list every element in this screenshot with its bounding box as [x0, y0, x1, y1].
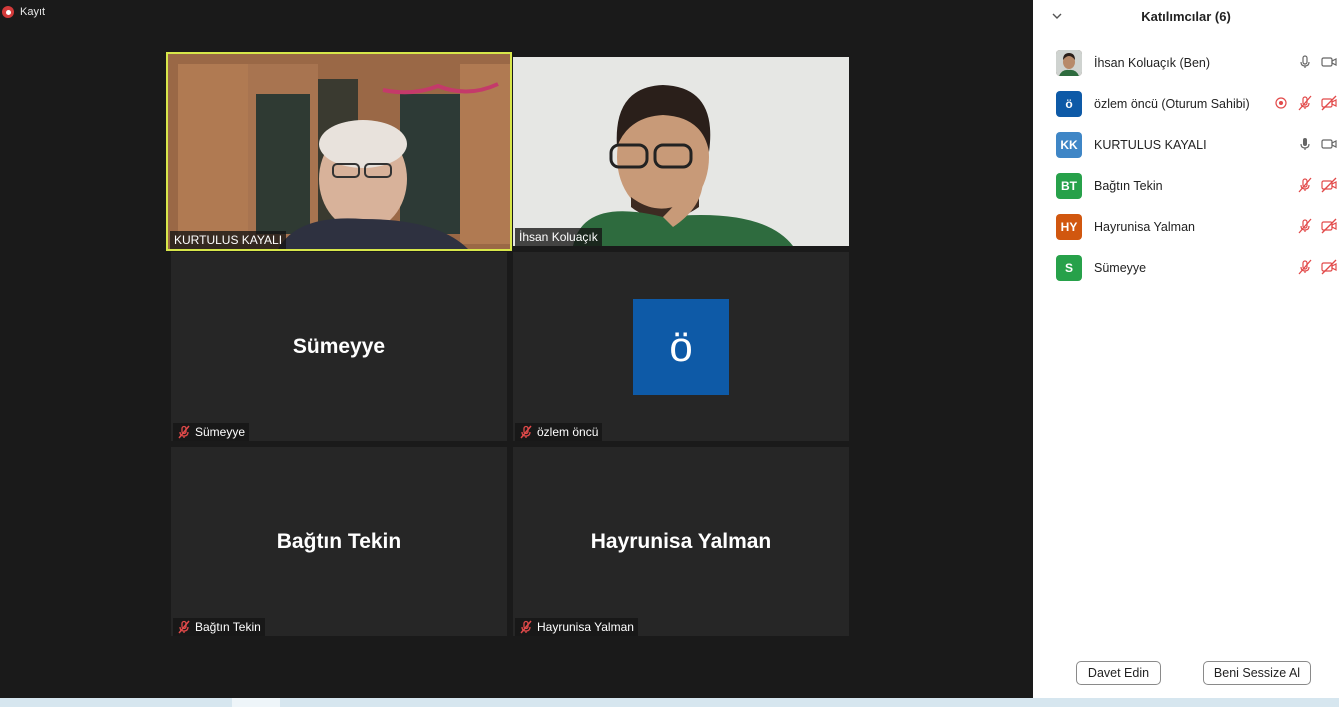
mute-me-button[interactable]: Beni Sessize Al — [1203, 661, 1311, 685]
participant-name: Hayrunisa Yalman — [1094, 219, 1195, 234]
name-tag: İhsan Koluaçık — [515, 228, 602, 246]
video-tile-bagtin[interactable]: Bağtın Tekin Bağtın Tekin — [171, 447, 507, 636]
zoom-meeting-window: Kayıt KURTULUS KAYALI İhsan Koluaçık Süm… — [0, 0, 1339, 707]
participant-name: Bağtın Tekin — [1094, 178, 1163, 193]
recording-icon — [1275, 97, 1287, 109]
name-tag: KURTULUS KAYALI — [170, 231, 287, 249]
participant-display-name: Sümeyye — [292, 334, 386, 358]
avatar: BT — [1056, 172, 1082, 199]
participant-row[interactable]: ö özlem öncü (Oturum Sahibi) — [1033, 83, 1339, 124]
participant-name: KURTULUS KAYALI — [174, 233, 283, 247]
panel-header: Katılımcılar (6) — [1033, 0, 1339, 34]
participant-name: Sümeyye — [1094, 260, 1147, 275]
name-tag: Bağtın Tekin — [173, 618, 265, 636]
video-camera-icon[interactable] — [1321, 54, 1337, 70]
recording-indicator[interactable]: Kayıt — [2, 6, 45, 18]
participant-name: Sümeyye — [195, 425, 246, 439]
video-off-icon[interactable] — [1321, 177, 1337, 193]
participant-name: Bağtın Tekin — [195, 620, 261, 634]
avatar: KK — [1056, 131, 1082, 158]
participant-list: İhsan Koluaçık (Ben) ö özlem öncü (Oturu… — [1033, 42, 1339, 288]
participant-display-name: Hayrunisa Yalman — [590, 529, 772, 553]
recording-label: Kayıt — [20, 6, 46, 18]
mic-muted-icon[interactable] — [1297, 177, 1313, 193]
participant-name: İhsan Koluaçık (Ben) — [1094, 55, 1211, 70]
video-feed-ihsan — [513, 57, 849, 246]
name-tag: Sümeyye — [173, 423, 250, 441]
mic-muted-icon — [520, 425, 532, 439]
avatar: ö — [1056, 90, 1082, 117]
avatar: S — [1056, 254, 1082, 281]
video-feed-kurtulus — [168, 54, 510, 249]
participant-row[interactable]: S Sümeyye — [1033, 247, 1339, 288]
mic-muted-icon — [178, 425, 190, 439]
name-tag: özlem öncü — [515, 423, 603, 441]
mic-muted-icon — [178, 620, 190, 634]
video-tile-ihsan[interactable]: İhsan Koluaçık — [513, 57, 849, 246]
participant-row[interactable]: İhsan Koluaçık (Ben) — [1033, 42, 1339, 83]
mic-muted-icon[interactable] — [1297, 218, 1313, 234]
video-tile-sumeyye[interactable]: Sümeyye Sümeyye — [171, 252, 507, 441]
participant-display-name: Bağtın Tekin — [276, 529, 402, 553]
participant-name: özlem öncü — [537, 425, 599, 439]
participant-name: Hayrunisa Yalman — [537, 620, 634, 634]
invite-button[interactable]: Davet Edin — [1076, 661, 1161, 685]
video-camera-icon[interactable] — [1321, 136, 1337, 152]
name-tag: Hayrunisa Yalman — [515, 618, 638, 636]
mic-muted-icon[interactable] — [1297, 259, 1313, 275]
video-off-icon[interactable] — [1321, 218, 1337, 234]
mic-muted-icon — [520, 620, 532, 634]
record-icon — [2, 6, 14, 18]
taskbar-segment — [232, 698, 280, 707]
taskbar-strip — [0, 698, 1339, 707]
video-gallery: Kayıt KURTULUS KAYALI İhsan Koluaçık Süm… — [0, 0, 1033, 698]
participant-name: İhsan Koluaçık — [519, 230, 598, 244]
video-tile-ozlem[interactable]: ö özlem öncü — [513, 252, 849, 441]
participant-row[interactable]: BT Bağtın Tekin — [1033, 165, 1339, 206]
participant-name: özlem öncü (Oturum Sahibi) — [1094, 96, 1250, 111]
video-off-icon[interactable] — [1321, 95, 1337, 111]
participant-name: KURTULUS KAYALI — [1094, 137, 1207, 152]
panel-title: Katılımcılar (6) — [1141, 9, 1231, 24]
microphone-icon[interactable] — [1297, 54, 1313, 70]
profile-avatar: ö — [633, 298, 729, 395]
video-off-icon[interactable] — [1321, 259, 1337, 275]
participant-row[interactable]: HY Hayrunisa Yalman — [1033, 206, 1339, 247]
avatar — [1056, 49, 1082, 76]
video-tile-kurtulus[interactable]: KURTULUS KAYALI — [166, 52, 512, 251]
video-tile-hayrunisa[interactable]: Hayrunisa Yalman Hayrunisa Yalman — [513, 447, 849, 636]
participants-panel: Katılımcılar (6) İhsan Koluaçık (Ben) ö … — [1033, 0, 1339, 698]
avatar: HY — [1056, 213, 1082, 240]
microphone-icon[interactable] — [1297, 136, 1313, 152]
participant-row[interactable]: KK KURTULUS KAYALI — [1033, 124, 1339, 165]
mic-muted-icon[interactable] — [1297, 95, 1313, 111]
